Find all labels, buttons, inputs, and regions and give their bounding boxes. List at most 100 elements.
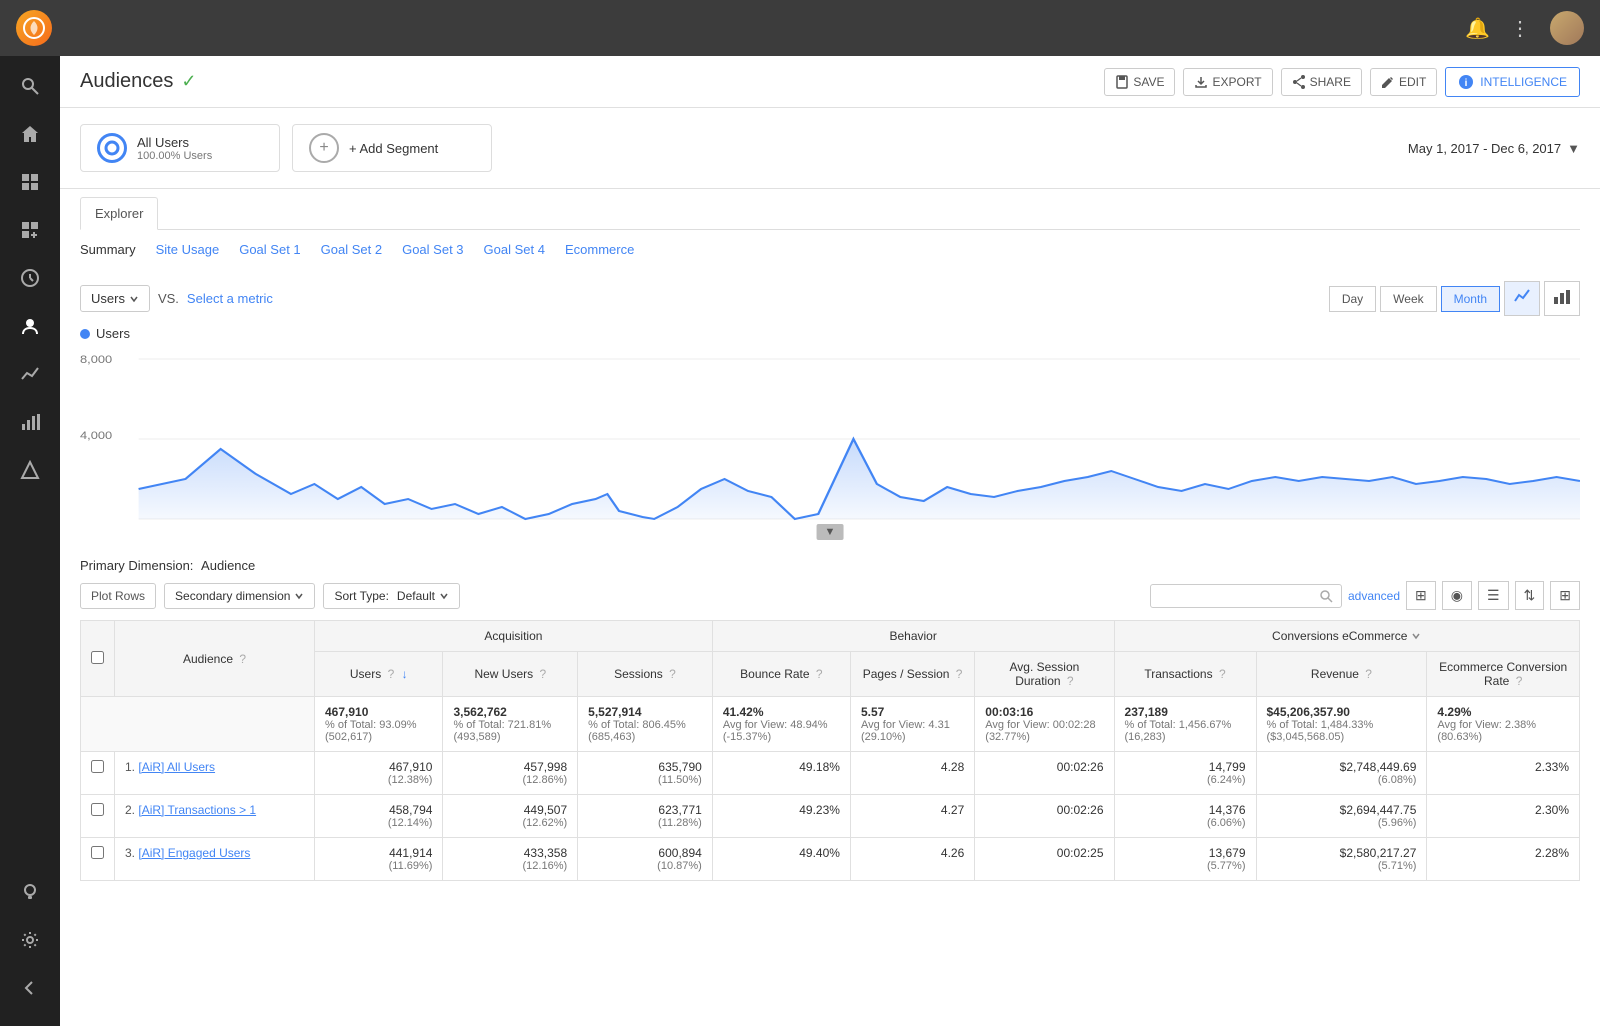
chart-legend: Users bbox=[80, 326, 1580, 341]
notifications-icon[interactable]: 🔔 bbox=[1465, 16, 1490, 41]
row-revenue: $2,748,449.69 (6.08%) bbox=[1256, 752, 1427, 795]
view-pie-btn[interactable]: ◉ bbox=[1442, 581, 1472, 610]
intelligence-button[interactable]: i INTELLIGENCE bbox=[1445, 67, 1580, 97]
segment-row: All Users 100.00% Users + + Add Segment … bbox=[60, 108, 1600, 189]
date-range-picker[interactable]: May 1, 2017 - Dec 6, 2017 ▼ bbox=[1408, 141, 1580, 156]
data-table: Audience ? Acquisition Behavior Conversi… bbox=[80, 620, 1580, 881]
subtab-goal-set-3[interactable]: Goal Set 3 bbox=[402, 238, 463, 263]
sidebar-item-insights[interactable] bbox=[8, 870, 52, 914]
th-audience: Audience ? bbox=[115, 621, 315, 697]
primary-dimension: Primary Dimension: Audience bbox=[80, 542, 1580, 581]
sidebar-item-home[interactable] bbox=[8, 112, 52, 156]
view-grid-btn[interactable]: ⊞ bbox=[1406, 581, 1436, 610]
add-segment[interactable]: + + Add Segment bbox=[292, 124, 492, 172]
ecommerce-dropdown[interactable]: eCommerce bbox=[1342, 629, 1421, 643]
verified-icon: ✓ bbox=[181, 71, 196, 92]
main-layout: Audiences ✓ SAVE EXPORT SHARE E bbox=[0, 56, 1600, 1026]
th-behavior-group: Behavior bbox=[712, 621, 1114, 652]
sidebar bbox=[0, 56, 60, 1026]
sidebar-item-settings[interactable] bbox=[8, 918, 52, 962]
chart-svg-wrapper: 8,000 4,000 bbox=[80, 349, 1580, 532]
user-avatar[interactable] bbox=[1550, 11, 1584, 45]
row-checkbox[interactable] bbox=[81, 752, 115, 795]
sidebar-item-conversions[interactable] bbox=[8, 448, 52, 492]
sidebar-item-add[interactable] bbox=[8, 208, 52, 252]
view-pivot-btn[interactable]: ⊞ bbox=[1550, 581, 1580, 610]
search-input[interactable] bbox=[1159, 589, 1319, 603]
time-btn-week[interactable]: Week bbox=[1380, 286, 1436, 312]
table-row: 1. [AiR] All Users 467,910 (12.38%) 457,… bbox=[81, 752, 1580, 795]
sidebar-item-acquisition[interactable] bbox=[8, 352, 52, 396]
th-ecommerce-rate[interactable]: Ecommerce Conversion Rate ? bbox=[1427, 652, 1580, 697]
row-checkbox[interactable] bbox=[81, 795, 115, 838]
sidebar-item-search[interactable] bbox=[8, 64, 52, 108]
sidebar-item-behavior[interactable] bbox=[8, 400, 52, 444]
table-controls-left: Plot Rows Secondary dimension Sort Type:… bbox=[80, 583, 460, 609]
row-avg-session: 00:02:26 bbox=[975, 795, 1114, 838]
time-btn-month[interactable]: Month bbox=[1441, 286, 1500, 312]
select-all-checkbox[interactable] bbox=[91, 651, 104, 664]
pages-help-icon: ? bbox=[956, 667, 963, 681]
subtab-ecommerce[interactable]: Ecommerce bbox=[565, 238, 634, 263]
explorer-tab[interactable]: Explorer bbox=[80, 197, 158, 230]
chart-expand-btn[interactable]: ▼ bbox=[817, 524, 844, 540]
advanced-link[interactable]: advanced bbox=[1348, 589, 1400, 603]
edit-button[interactable]: EDIT bbox=[1370, 68, 1437, 96]
th-sessions[interactable]: Sessions ? bbox=[578, 652, 713, 697]
th-transactions[interactable]: Transactions ? bbox=[1114, 652, 1256, 697]
th-new-users[interactable]: New Users ? bbox=[443, 652, 578, 697]
subtab-site-usage[interactable]: Site Usage bbox=[156, 238, 220, 263]
legend-dot-users bbox=[80, 329, 90, 339]
metric-dropdown[interactable]: Users bbox=[80, 285, 150, 312]
share-button[interactable]: SHARE bbox=[1281, 68, 1362, 96]
subtab-summary[interactable]: Summary bbox=[80, 238, 136, 263]
more-options-icon[interactable]: ⋮ bbox=[1510, 16, 1530, 41]
row-users: 441,914 (11.69%) bbox=[315, 838, 443, 881]
audience-link[interactable]: [AiR] All Users bbox=[138, 760, 215, 774]
bar-chart-btn[interactable] bbox=[1544, 281, 1580, 316]
th-bounce-rate[interactable]: Bounce Rate ? bbox=[712, 652, 850, 697]
row-pages-per-session: 4.28 bbox=[850, 752, 974, 795]
chart-area: Users 8,000 4,000 bbox=[60, 326, 1600, 542]
save-button[interactable]: SAVE bbox=[1104, 68, 1175, 96]
view-compare-btn[interactable]: ⇅ bbox=[1515, 581, 1545, 610]
table-body: 1. [AiR] All Users 467,910 (12.38%) 457,… bbox=[81, 752, 1580, 881]
search-icon bbox=[1319, 589, 1333, 603]
line-chart-btn[interactable] bbox=[1504, 281, 1540, 316]
subtab-goal-set-2[interactable]: Goal Set 2 bbox=[321, 238, 382, 263]
sidebar-item-collapse[interactable] bbox=[8, 966, 52, 1010]
ecommerce-rate-help-icon: ? bbox=[1516, 674, 1523, 688]
sidebar-item-recent[interactable] bbox=[8, 256, 52, 300]
row-sessions: 635,790 (11.50%) bbox=[578, 752, 713, 795]
subtab-goal-set-4[interactable]: Goal Set 4 bbox=[484, 238, 545, 263]
row-transactions: 14,376 (6.06%) bbox=[1114, 795, 1256, 838]
th-avg-session[interactable]: Avg. Session Duration ? bbox=[975, 652, 1114, 697]
select-metric[interactable]: Select a metric bbox=[187, 291, 273, 306]
app-logo[interactable] bbox=[16, 10, 52, 46]
date-range-arrow: ▼ bbox=[1567, 141, 1580, 156]
view-list-btn[interactable]: ☰ bbox=[1478, 581, 1509, 610]
table-controls: Plot Rows Secondary dimension Sort Type:… bbox=[80, 581, 1580, 610]
row-avg-session: 00:02:25 bbox=[975, 838, 1114, 881]
th-revenue[interactable]: Revenue ? bbox=[1256, 652, 1427, 697]
time-btn-day[interactable]: Day bbox=[1329, 286, 1376, 312]
secondary-dimension-dropdown[interactable]: Secondary dimension bbox=[164, 583, 315, 609]
th-users[interactable]: Users ? ↓ bbox=[315, 652, 443, 697]
sidebar-item-audience[interactable] bbox=[8, 304, 52, 348]
sub-tabs: Summary Site Usage Goal Set 1 Goal Set 2… bbox=[80, 230, 1580, 271]
audience-link[interactable]: [AiR] Engaged Users bbox=[138, 846, 250, 860]
bounce-rate-help-icon: ? bbox=[816, 667, 823, 681]
avg-session-help-icon: ? bbox=[1067, 674, 1074, 688]
audience-link[interactable]: [AiR] Transactions > 1 bbox=[138, 803, 256, 817]
plot-rows-button[interactable]: Plot Rows bbox=[80, 583, 156, 609]
all-users-segment[interactable]: All Users 100.00% Users bbox=[80, 124, 280, 172]
sort-type-dropdown[interactable]: Sort Type: Default bbox=[323, 583, 460, 609]
sessions-help-icon: ? bbox=[669, 667, 676, 681]
sidebar-item-dashboard[interactable] bbox=[8, 160, 52, 204]
th-pages-per-session[interactable]: Pages / Session ? bbox=[850, 652, 974, 697]
row-checkbox[interactable] bbox=[81, 838, 115, 881]
row-pages-per-session: 4.26 bbox=[850, 838, 974, 881]
subtab-goal-set-1[interactable]: Goal Set 1 bbox=[239, 238, 300, 263]
page-title: Audiences bbox=[80, 70, 173, 93]
export-button[interactable]: EXPORT bbox=[1183, 68, 1272, 96]
